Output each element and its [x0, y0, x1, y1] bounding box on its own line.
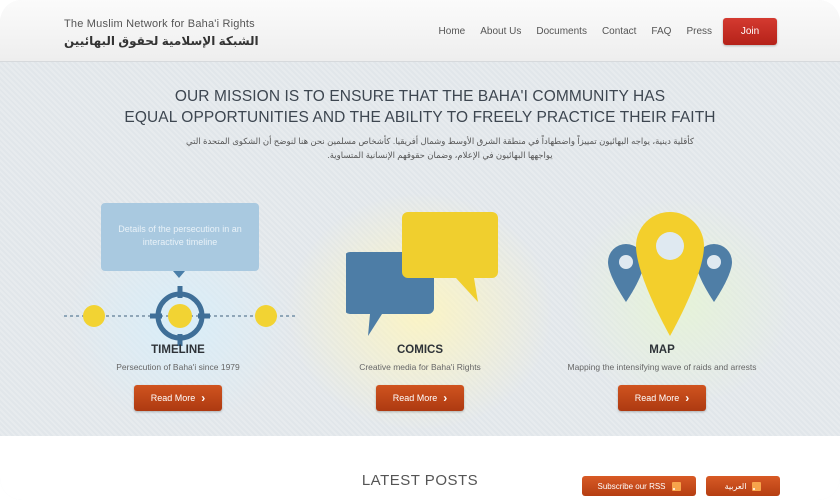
speech-bubbles-icon[interactable] [346, 208, 502, 338]
target-crosshair-icon[interactable] [60, 280, 300, 352]
rss-icon [752, 481, 762, 491]
nav-about-us[interactable]: About Us [480, 26, 521, 37]
chevron-right-icon: › [201, 391, 206, 405]
map-description: Mapping the intensifying wave of raids a… [567, 362, 757, 372]
read-more-label: Read More [392, 393, 438, 403]
mission-line-2: EQUAL OPPORTUNITIES AND THE ABILITY TO F… [124, 109, 716, 126]
subscribe-rss-button[interactable]: Subscribe our RSS [582, 476, 696, 496]
read-more-label: Read More [634, 393, 680, 403]
mission-statement: OUR MISSION IS TO ENSURE THAT THE BAHA'I… [0, 86, 840, 128]
nav-press[interactable]: Press [686, 26, 712, 37]
map-read-more-button[interactable]: Read More › [618, 385, 706, 411]
nav-contact[interactable]: Contact [602, 26, 636, 37]
read-more-label: Read More [150, 393, 196, 403]
mission-statement-arabic: كأقلية دينية، يواجه البهائيون تمييزاً وا… [140, 134, 740, 162]
nav-home[interactable]: Home [439, 26, 466, 37]
comics-description: Creative media for Baha'i Rights [359, 362, 481, 372]
nav-documents[interactable]: Documents [536, 26, 587, 37]
site-header: The Muslim Network for Baha'i Rights الش… [0, 0, 840, 62]
timeline-description: Persecution of Baha'i since 1979 [116, 362, 240, 372]
join-button[interactable]: Join [723, 18, 777, 45]
arabic-language-button[interactable]: العربية [706, 476, 780, 496]
timeline-title: TIMELINE [151, 344, 205, 356]
tooltip-arrow [173, 271, 185, 278]
mission-line-1: OUR MISSION IS TO ENSURE THAT THE BAHA'I… [174, 88, 666, 105]
chevron-right-icon: › [685, 391, 690, 405]
chevron-right-icon: › [443, 391, 448, 405]
arabic-language-label: العربية [724, 481, 747, 491]
timeline-read-more-button[interactable]: Read More › [134, 385, 222, 411]
subscribe-rss-label: Subscribe our RSS [597, 481, 666, 491]
timeline-tooltip: Details of the persecution in an interac… [101, 203, 259, 271]
hero-section: OUR MISSION IS TO ENSURE THAT THE BAHA'I… [0, 62, 840, 436]
comics-title: COMICS [397, 344, 443, 356]
mission-arabic-line-2: يواجهها البهائيون في الإعلام، وضمان حقوق… [327, 150, 553, 160]
rss-icon [671, 481, 681, 491]
nav-faq[interactable]: FAQ [651, 26, 671, 37]
mission-arabic-line-1: كأقلية دينية، يواجه البهائيون تمييزاً وا… [186, 136, 694, 146]
map-title: MAP [649, 344, 675, 356]
latest-posts-section: LATEST POSTS Subscribe our RSS العربية [0, 436, 840, 500]
comics-read-more-button[interactable]: Read More › [376, 385, 464, 411]
main-nav: Home About Us Documents Contact FAQ Pres… [439, 26, 712, 37]
logo-arabic[interactable]: الشبكة الإسلامية لحقوق البهائيين [64, 34, 259, 48]
map-pins-icon[interactable] [604, 210, 736, 342]
page-frame: The Muslim Network for Baha'i Rights الش… [0, 0, 840, 500]
logo-english[interactable]: The Muslim Network for Baha'i Rights [64, 18, 255, 30]
